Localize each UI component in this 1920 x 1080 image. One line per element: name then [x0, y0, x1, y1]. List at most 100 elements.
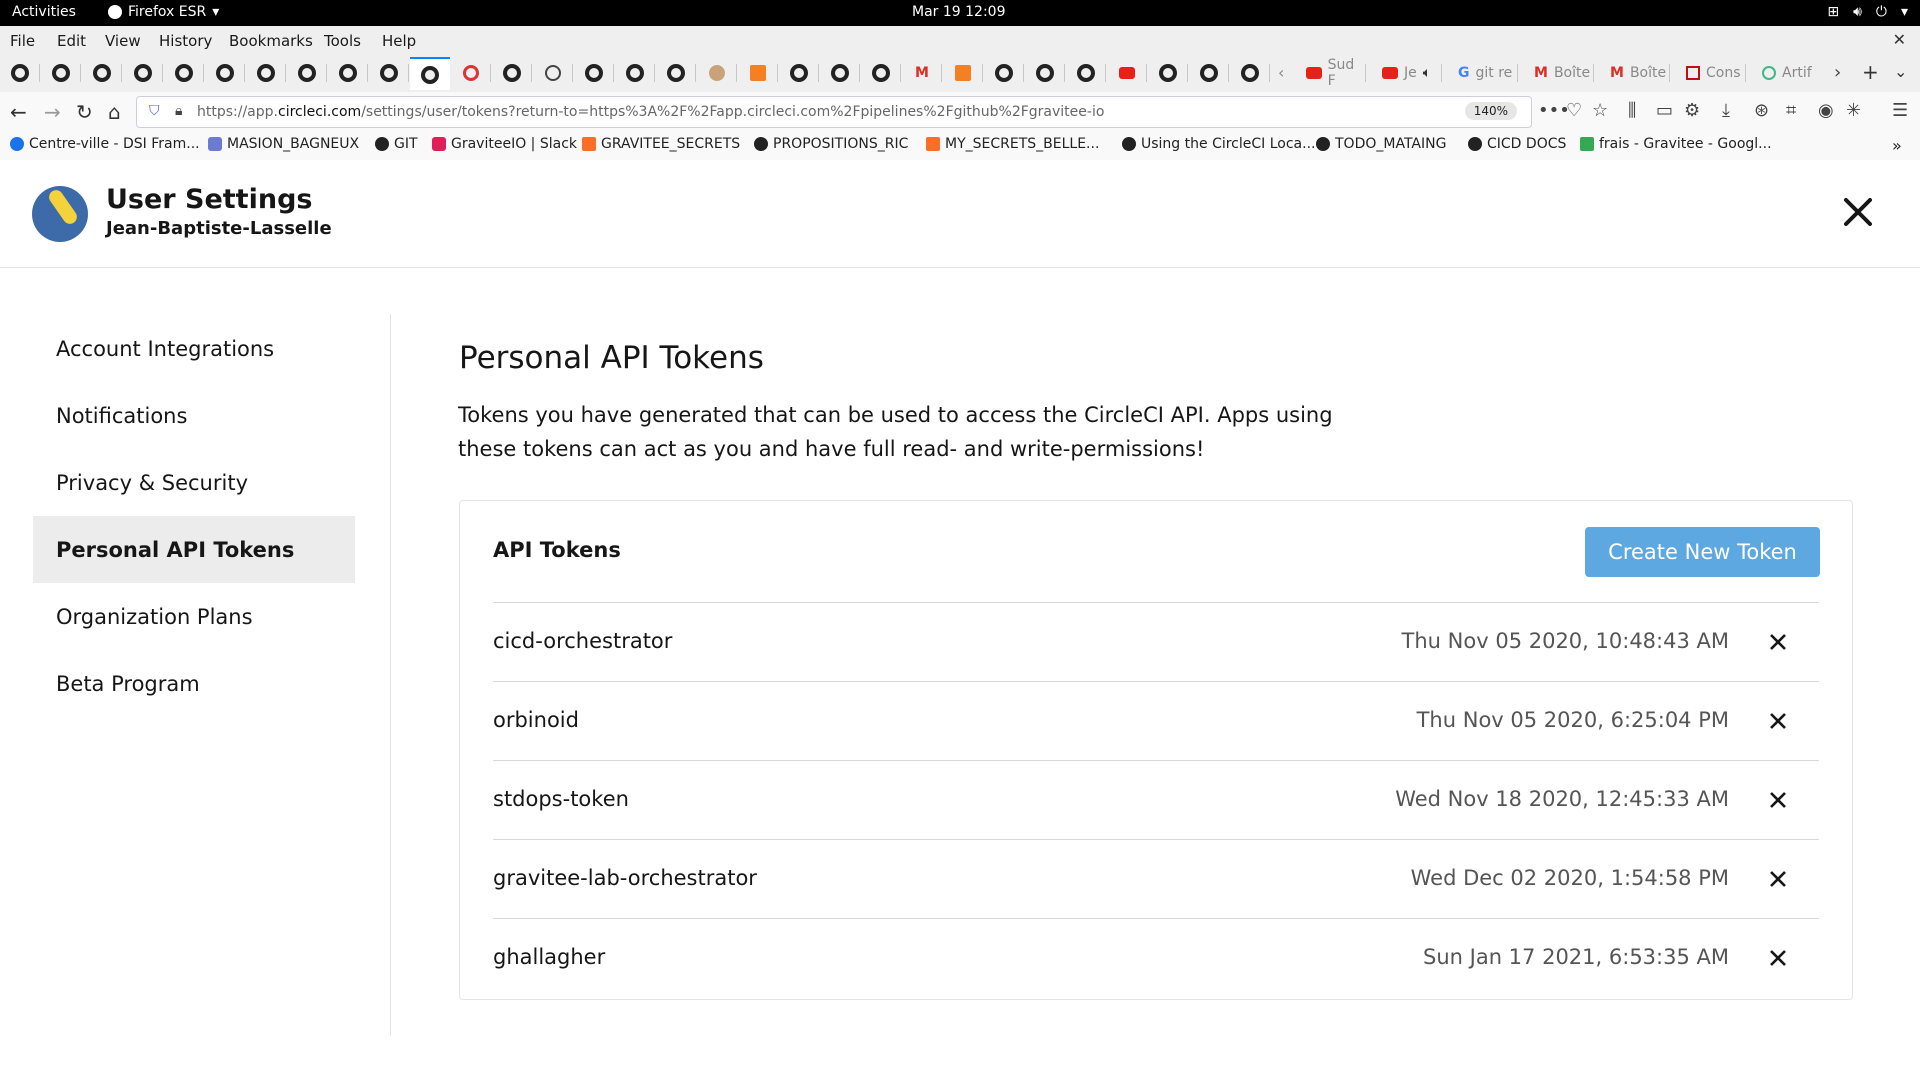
- tab[interactable]: [451, 58, 491, 88]
- shield-icon[interactable]: ⛉: [149, 103, 160, 119]
- bookmark-item[interactable]: PROPOSITIONS_RIC: [754, 136, 908, 152]
- tab[interactable]: [1107, 58, 1147, 88]
- close-icon[interactable]: [1840, 194, 1876, 230]
- home-icon[interactable]: ⌂: [108, 100, 121, 124]
- delete-token-icon[interactable]: [1767, 947, 1789, 969]
- tab[interactable]: [82, 58, 122, 88]
- bookmark-item[interactable]: Centre-ville - DSI Fram...: [10, 136, 200, 152]
- delete-token-icon[interactable]: [1767, 710, 1789, 732]
- tab[interactable]: M Boîte: [1534, 58, 1594, 88]
- bookmark-item[interactable]: CICD DOCS: [1468, 136, 1566, 152]
- sidebar-item-privacy-security[interactable]: Privacy & Security: [33, 449, 355, 516]
- tab[interactable]: [697, 58, 737, 88]
- pocket-icon[interactable]: ♡: [1566, 100, 1582, 121]
- sidebar-item-organization-plans[interactable]: Organization Plans: [33, 583, 355, 650]
- tabs-scroll-left-icon[interactable]: ‹: [1278, 63, 1284, 82]
- menu-view[interactable]: View: [105, 32, 141, 50]
- tab[interactable]: M Boîte: [1610, 58, 1670, 88]
- delete-token-icon[interactable]: [1767, 789, 1789, 811]
- tab[interactable]: [0, 58, 40, 88]
- tab[interactable]: [492, 58, 532, 88]
- sidebar-item-beta-program[interactable]: Beta Program: [33, 650, 355, 717]
- bookmark-item[interactable]: TODO_MATAING: [1316, 136, 1446, 152]
- reload-icon[interactable]: ↻: [76, 100, 93, 124]
- extension-icon[interactable]: ⚙: [1684, 100, 1700, 121]
- menu-file[interactable]: File: [10, 32, 35, 50]
- lock-icon[interactable]: 🔒︎: [175, 103, 182, 119]
- tab[interactable]: [656, 58, 696, 88]
- bookmark-item[interactable]: GRAVITEE_SECRETS: [582, 136, 740, 152]
- tab[interactable]: [1148, 58, 1188, 88]
- tab[interactable]: Sud F: [1306, 58, 1366, 88]
- delete-token-icon[interactable]: [1767, 631, 1789, 653]
- clock[interactable]: Mar 19 12:09: [912, 4, 1005, 20]
- tab[interactable]: [205, 58, 245, 88]
- account-icon[interactable]: ◉: [1818, 100, 1834, 121]
- tab[interactable]: [1189, 58, 1229, 88]
- bookmark-item[interactable]: MASION_BAGNEUX: [208, 136, 359, 152]
- window-close-icon[interactable]: ✕: [1893, 30, 1906, 49]
- github-icon: [93, 64, 111, 82]
- zoom-indicator[interactable]: 140%: [1464, 102, 1517, 120]
- tabs-scroll-right-icon[interactable]: ›: [1834, 62, 1841, 83]
- bookmarks-overflow-icon[interactable]: »: [1892, 136, 1902, 155]
- tab[interactable]: [328, 58, 368, 88]
- tab[interactable]: [779, 58, 819, 88]
- tab[interactable]: [820, 58, 860, 88]
- bookmark-item[interactable]: GraviteeIO | Slack: [432, 136, 577, 152]
- sidebar-item-personal-api-tokens[interactable]: Personal API Tokens: [33, 516, 355, 583]
- app-menu[interactable]: Firefox ESR ▾: [108, 4, 219, 20]
- tab[interactable]: [287, 58, 327, 88]
- tab[interactable]: [246, 58, 286, 88]
- tab-active-circleci[interactable]: [410, 57, 450, 90]
- addon-icon[interactable]: ⊛: [1754, 100, 1769, 121]
- back-icon[interactable]: ←: [10, 100, 27, 124]
- system-top-bar: Activities Firefox ESR ▾ Mar 19 12:09 ⊞ …: [0, 0, 1920, 26]
- activities-button[interactable]: Activities: [12, 4, 76, 20]
- tab[interactable]: [164, 58, 204, 88]
- tab[interactable]: Artif: [1762, 58, 1822, 88]
- tab[interactable]: Ggit re: [1458, 58, 1518, 88]
- system-tray[interactable]: ⊞ 🔊︎ ⏻ ▾: [1827, 4, 1908, 20]
- download-icon[interactable]: ⤓: [1722, 100, 1730, 121]
- screenshot-icon[interactable]: ⌗: [1786, 100, 1796, 121]
- tab[interactable]: [861, 58, 901, 88]
- delete-token-icon[interactable]: [1767, 868, 1789, 890]
- bookmark-item[interactable]: GIT: [375, 136, 418, 152]
- tab[interactable]: Je 🔈︎: [1382, 58, 1442, 88]
- addon-icon[interactable]: ✳: [1846, 100, 1861, 121]
- hamburger-menu-icon[interactable]: ☰: [1892, 100, 1908, 121]
- menu-edit[interactable]: Edit: [57, 32, 86, 50]
- menu-tools[interactable]: Tools: [324, 32, 361, 50]
- tab[interactable]: [369, 58, 409, 88]
- menu-help[interactable]: Help: [382, 32, 416, 50]
- create-new-token-button[interactable]: Create New Token: [1585, 527, 1820, 577]
- menu-history[interactable]: History: [159, 32, 212, 50]
- forward-icon[interactable]: →: [44, 100, 61, 124]
- sidebar-item-account-integrations[interactable]: Account Integrations: [33, 315, 355, 382]
- address-bar[interactable]: ⛉ 🔒︎ https://app.circleci.com/settings/u…: [136, 96, 1532, 128]
- tab[interactable]: [1230, 58, 1270, 88]
- tab[interactable]: Cons: [1686, 58, 1746, 88]
- library-icon[interactable]: ⫼: [1628, 100, 1636, 121]
- bookmark-star-icon[interactable]: ☆: [1592, 100, 1608, 121]
- tab[interactable]: [1025, 58, 1065, 88]
- tab[interactable]: M: [902, 58, 942, 88]
- new-tab-icon[interactable]: +: [1862, 60, 1879, 84]
- tab[interactable]: [574, 58, 614, 88]
- tab[interactable]: [41, 58, 81, 88]
- tab[interactable]: [123, 58, 163, 88]
- sidebar-item-notifications[interactable]: Notifications: [33, 382, 355, 449]
- tab[interactable]: [943, 58, 983, 88]
- menu-bookmarks[interactable]: Bookmarks: [229, 32, 313, 50]
- sidebar-icon[interactable]: ▭: [1656, 100, 1673, 121]
- bookmark-item[interactable]: Using the CircleCI Loca...: [1122, 136, 1315, 152]
- tab[interactable]: [1066, 58, 1106, 88]
- tab[interactable]: [533, 58, 573, 88]
- bookmark-item[interactable]: frais - Gravitee - Googl...: [1580, 136, 1772, 152]
- tab-list-icon[interactable]: ⌄: [1894, 62, 1907, 81]
- tab[interactable]: [615, 58, 655, 88]
- tab[interactable]: [984, 58, 1024, 88]
- bookmark-item[interactable]: MY_SECRETS_BELLE...: [926, 136, 1099, 152]
- tab[interactable]: [738, 58, 778, 88]
